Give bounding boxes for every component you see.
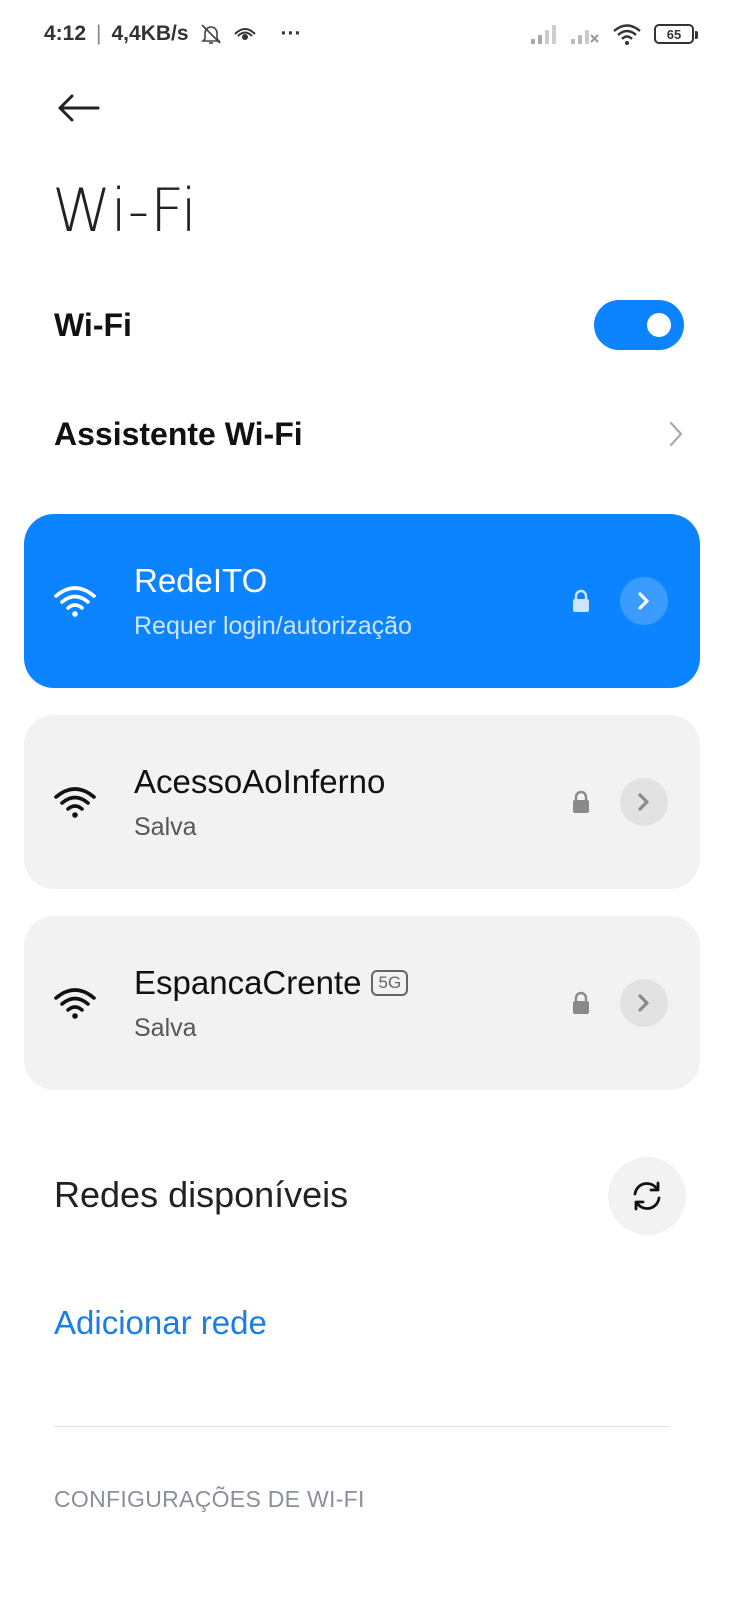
network-status: Salva (134, 812, 197, 841)
network-text: EspancaCrente 5G Salva (134, 964, 570, 1043)
page-title: Wi-Fi (52, 176, 198, 246)
network-speed: 4,4KB/s (111, 22, 189, 45)
wifi-toggle-row[interactable]: Wi-Fi (0, 280, 738, 370)
status-separator: | (96, 22, 102, 45)
more-notifications: ··· (280, 22, 302, 45)
status-right: 65 (530, 22, 698, 46)
wifi-toggle-label: Wi-Fi (54, 306, 132, 343)
chevron-right-icon (638, 793, 649, 811)
network-details-button[interactable] (620, 577, 668, 625)
back-button[interactable] (52, 84, 104, 132)
eye-wifi-icon (233, 28, 256, 40)
wifi-status-icon (613, 24, 641, 45)
chevron-right-icon (669, 421, 683, 447)
toggle-knob (647, 313, 671, 337)
add-network-link[interactable]: Adicionar rede (54, 1304, 267, 1342)
signal-icon (531, 25, 556, 44)
network-name: RedeITO (134, 561, 268, 599)
network-name: EspancaCrente (134, 963, 362, 1001)
chevron-right-icon (638, 994, 649, 1012)
bell-muted-icon (200, 24, 221, 44)
network-text: RedeITO Requer login/autorização (134, 562, 570, 641)
network-status: Salva (134, 1013, 197, 1042)
lock-icon (573, 589, 589, 612)
network-details-button[interactable] (620, 979, 668, 1027)
network-name-row: RedeITO (134, 562, 570, 600)
network-card-espancacrente[interactable]: EspancaCrente 5G Salva (24, 916, 700, 1090)
network-name: AcessoAoInferno (134, 762, 386, 800)
status-left: 4:12 | 4,4KB/s ··· (44, 22, 302, 46)
network-card-acessoaoinferno[interactable]: AcessoAoInferno Salva (24, 715, 700, 889)
wifi-signal-icon (54, 586, 96, 617)
divider (54, 1426, 670, 1427)
band-5g-badge: 5G (371, 969, 409, 996)
network-details-button[interactable] (620, 778, 668, 826)
refresh-icon (633, 1181, 661, 1211)
arrow-left-icon (58, 94, 100, 122)
network-name-row: AcessoAoInferno (134, 763, 570, 801)
network-card-redeito[interactable]: RedeITO Requer login/autorização (24, 514, 700, 688)
wifi-settings-header: CONFIGURAÇÕES DE WI-FI (54, 1486, 365, 1512)
wifi-toggle-switch[interactable] (594, 300, 684, 350)
status-time: 4:12 (44, 22, 87, 45)
lock-icon (573, 790, 589, 813)
status-bar: 4:12 | 4,4KB/s ··· 65 (0, 0, 738, 68)
available-networks-title: Redes disponíveis (54, 1174, 349, 1215)
battery-indicator: 65 (654, 24, 698, 44)
chevron-right-icon (638, 592, 649, 610)
refresh-networks-button[interactable] (608, 1157, 686, 1235)
lock-icon (573, 991, 589, 1014)
wifi-signal-icon (54, 988, 96, 1019)
signal-no-sim-icon (571, 30, 599, 44)
wifi-signal-icon (54, 787, 96, 818)
battery-level: 65 (666, 26, 682, 42)
network-text: AcessoAoInferno Salva (134, 763, 570, 842)
wifi-assistant-label: Assistente Wi-Fi (54, 415, 303, 452)
wifi-assistant-row[interactable]: Assistente Wi-Fi (0, 389, 738, 479)
network-name-row: EspancaCrente 5G (134, 964, 570, 1002)
network-status: Requer login/autorização (134, 611, 412, 640)
